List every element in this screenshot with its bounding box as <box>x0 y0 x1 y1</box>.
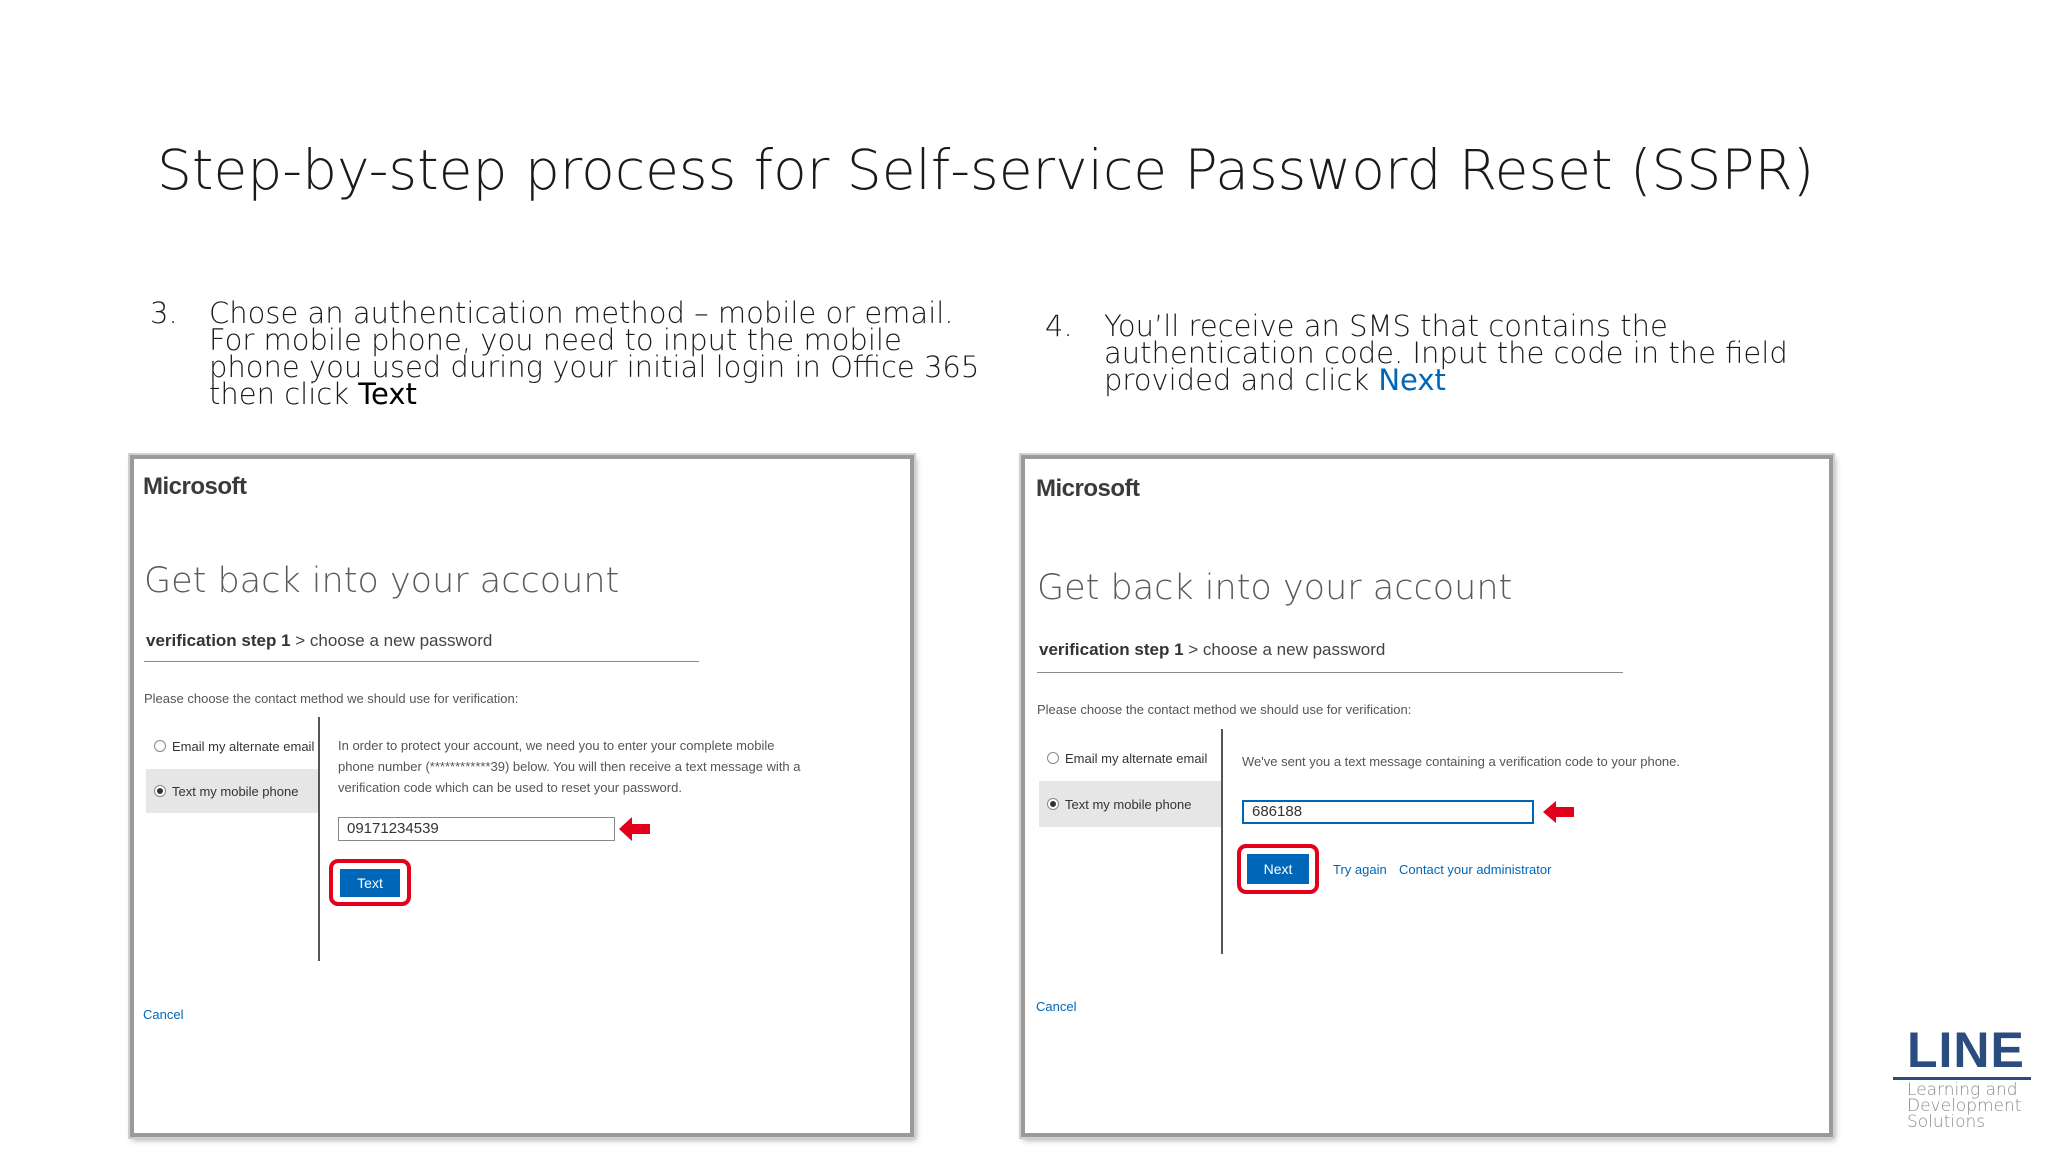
screenshot-verification-code: Microsoft Get back into your account ver… <box>1021 455 1833 1137</box>
step-4-instructions: 4. You’ll receive an SMS that contains t… <box>1045 309 1805 403</box>
line-logo: LINE Learning and Development Solutions <box>1893 1022 2033 1132</box>
option-email[interactable]: Email my alternate email <box>1039 735 1222 781</box>
verification-code-input[interactable]: 686188 <box>1242 800 1534 824</box>
breadcrumb-next-step: > choose a new password <box>290 631 493 650</box>
microsoft-logo: Microsoft <box>1036 475 1140 502</box>
step-3-last-prefix: then click <box>209 377 359 411</box>
step-3-line-last: then click Text <box>209 380 979 409</box>
option-email-label: Email my alternate email <box>1065 750 1208 766</box>
line-logo-subtitle: Learning and Development Solutions <box>1907 1082 2021 1132</box>
option-email-label: Email my alternate email <box>172 738 315 754</box>
info-line: We've sent you a text message containing… <box>1242 754 1681 769</box>
microsoft-logo: Microsoft <box>143 473 247 500</box>
contact-administrator-link[interactable]: Contact your administrator <box>1399 862 1551 877</box>
info-line: verification code which can be used to r… <box>338 780 682 795</box>
info-line: phone number (************39) below. You… <box>338 759 801 774</box>
step-4-last-prefix: provided and click <box>1104 363 1379 397</box>
step-3-instructions: 3. Chose an authentication method – mobi… <box>150 296 979 420</box>
vertical-separator <box>318 717 320 961</box>
info-line: In order to protect your account, we nee… <box>338 738 775 753</box>
breadcrumb: verification step 1 > choose a new passw… <box>1039 640 1385 660</box>
breadcrumb-current-step: verification step 1 <box>1039 640 1184 659</box>
page-heading: Get back into your account <box>144 561 620 601</box>
option-text-mobile[interactable]: Text my mobile phone <box>1039 781 1222 827</box>
option-text-mobile-label: Text my mobile phone <box>172 783 299 799</box>
step-4-line-last: provided and click Next <box>1104 366 1788 395</box>
step-3-text: Chose an authentication method – mobile … <box>209 299 979 409</box>
option-text-mobile-label: Text my mobile phone <box>1065 796 1192 812</box>
step-4-highlight-next: Next <box>1378 363 1446 397</box>
option-email[interactable]: Email my alternate email <box>146 723 319 769</box>
divider <box>1037 672 1623 673</box>
red-arrow-icon <box>619 817 650 841</box>
radio-selected-icon[interactable] <box>154 785 166 797</box>
slide-title: Step-by-step process for Self-service Pa… <box>157 138 1815 202</box>
mobile-phone-input[interactable]: 09171234539 <box>338 817 615 841</box>
option-text-mobile[interactable]: Text my mobile phone <box>146 769 319 813</box>
red-arrow-icon <box>1543 801 1574 823</box>
line-logo-name: LINE <box>1907 1022 2025 1078</box>
text-button[interactable]: Text <box>340 869 400 897</box>
step-3-highlight-text: Text <box>358 377 417 411</box>
protect-account-info: In order to protect your account, we nee… <box>338 735 801 798</box>
cancel-link[interactable]: Cancel <box>143 1007 183 1022</box>
screenshot-verification-text: Microsoft Get back into your account ver… <box>130 455 914 1137</box>
divider <box>144 661 699 662</box>
contact-method-prompt: Please choose the contact method we shou… <box>144 691 519 706</box>
breadcrumb: verification step 1 > choose a new passw… <box>146 631 492 651</box>
radio-selected-icon[interactable] <box>1047 798 1059 810</box>
step-4-text: You’ll receive an SMS that contains the … <box>1104 312 1788 395</box>
next-button[interactable]: Next <box>1247 854 1309 884</box>
sms-sent-info: We've sent you a text message containing… <box>1242 751 1680 772</box>
step-3-number: 3. <box>150 296 178 330</box>
page-heading: Get back into your account <box>1037 568 1513 608</box>
step-4-number: 4. <box>1045 309 1073 343</box>
breadcrumb-next-step: > choose a new password <box>1183 640 1386 659</box>
try-again-link[interactable]: Try again <box>1333 862 1387 877</box>
breadcrumb-current-step: verification step 1 <box>146 631 291 650</box>
cancel-link[interactable]: Cancel <box>1036 999 1076 1014</box>
radio-icon[interactable] <box>154 740 166 752</box>
line-logo-sub-line: Solutions <box>1907 1112 1986 1132</box>
vertical-separator <box>1221 729 1223 954</box>
contact-method-prompt: Please choose the contact method we shou… <box>1037 702 1412 717</box>
radio-icon[interactable] <box>1047 752 1059 764</box>
